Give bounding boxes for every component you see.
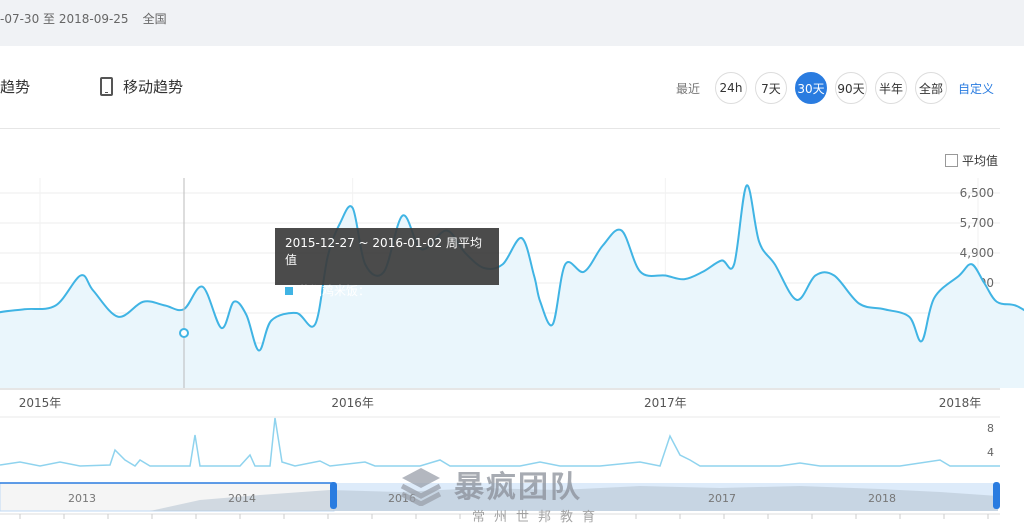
x-tick-label: 2016年 bbox=[331, 396, 374, 410]
navigator-left-handle[interactable] bbox=[330, 482, 337, 509]
watermark-subtitle: 常州世邦教育 bbox=[472, 510, 605, 525]
navigator-year-label: 2018 bbox=[868, 492, 896, 505]
y-tick-label: 5,700 bbox=[960, 216, 994, 230]
chart-tooltip: 2015-12-27 ~ 2016-01-02 周平均值 黄焖鸡米饭： bbox=[275, 228, 499, 298]
navigator-right-handle[interactable] bbox=[993, 482, 1000, 509]
navigator-year-label: 2014 bbox=[228, 492, 256, 505]
tooltip-series-label: 黄焖鸡米饭： bbox=[298, 284, 371, 298]
series-area bbox=[0, 185, 1024, 388]
watermark-logo-icon bbox=[400, 468, 442, 506]
trend-chart: 6,5005,7004,9004,1003,3002,5001,7002015年… bbox=[0, 178, 1024, 519]
overview-y-tick: 8 bbox=[987, 422, 994, 435]
hover-marker bbox=[179, 328, 189, 338]
x-tick-label: 2017年 bbox=[644, 396, 687, 410]
x-tick-label: 2018年 bbox=[939, 396, 982, 410]
watermark-title: 暴疯团队 bbox=[454, 470, 582, 505]
overview-line bbox=[0, 417, 1000, 467]
tooltip-series-marker bbox=[285, 286, 293, 295]
y-tick-label: 6,500 bbox=[960, 186, 994, 200]
navigator-year-label: 2017 bbox=[708, 492, 736, 505]
navigator-year-label: 2013 bbox=[68, 492, 96, 505]
y-tick-label: 4,900 bbox=[960, 246, 994, 260]
tooltip-title: 2015-12-27 ~ 2016-01-02 周平均值 bbox=[285, 236, 482, 267]
x-tick-label: 2015年 bbox=[19, 396, 62, 410]
overview-y-tick: 4 bbox=[987, 446, 994, 459]
watermark-logo: 暴疯团队 常州世邦教育 bbox=[398, 462, 638, 528]
